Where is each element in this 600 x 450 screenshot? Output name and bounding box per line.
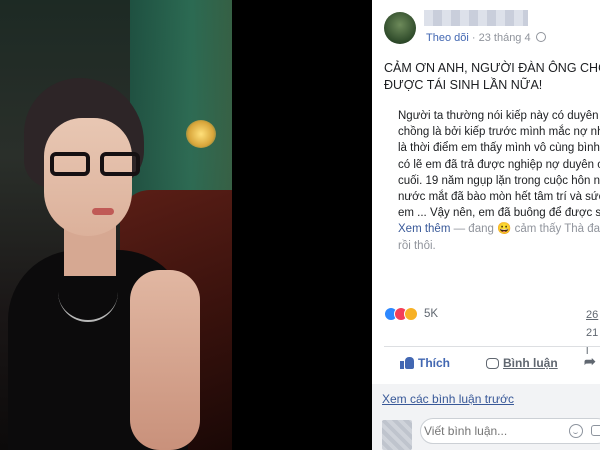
post-date[interactable]: 23 tháng 4 — [479, 32, 531, 44]
post-title: CẢM ƠN ANH, NGƯỜI ĐÀN ÔNG CHO EM ĐƯỢC TÁ… — [384, 60, 600, 94]
follow-link[interactable]: Theo dõi — [426, 32, 469, 44]
person-lips — [92, 208, 114, 215]
title-line: ĐƯỢC TÁI SINH LẦN NỮA! — [384, 78, 543, 92]
divider — [384, 346, 600, 347]
post-meta: Theo dõi · 23 tháng 4 — [426, 32, 546, 44]
emoji-icon[interactable] — [569, 424, 583, 438]
like-button-label: Thích — [418, 356, 450, 370]
comment-count[interactable]: 26 — [586, 306, 600, 324]
comments-section: Xem các bình luận trước — [372, 384, 600, 450]
body-line: em ... Vậy nên, em đã buông để được số — [398, 207, 600, 220]
like-button[interactable]: Thích — [400, 356, 450, 370]
author-name-blurred[interactable] — [424, 10, 528, 26]
share-button[interactable] — [584, 353, 598, 370]
action-bar: Thích Bình luận — [372, 353, 600, 376]
body-line: chồng là bởi kiếp trước mình mắc nợ nhau — [398, 126, 600, 139]
reaction-summary[interactable]: 5K — [384, 306, 438, 322]
post-photo[interactable] — [0, 0, 232, 450]
body-line: là thời điểm em thấy mình vô cùng bình t — [398, 142, 600, 155]
see-more-link[interactable]: Xem thêm — [398, 223, 450, 235]
body-line: có lẽ em đã trả được nghiệp nợ duyên ch — [398, 158, 600, 171]
viewer-avatar — [382, 420, 412, 450]
meta-separator: · — [471, 32, 476, 44]
comment-input-box — [420, 418, 600, 444]
thumbs-up-icon — [400, 357, 414, 369]
body-line: Người ta thường nói kiếp này có duyên là — [398, 110, 600, 122]
sad-reaction-icon — [404, 307, 418, 321]
title-line: CẢM ƠN ANH, NGƯỜI ĐÀN ÔNG CHO EM — [384, 61, 600, 75]
reaction-count: 5K — [424, 308, 439, 320]
eyeglasses — [50, 152, 150, 178]
facebook-post: Theo dõi · 23 tháng 4 CẢM ƠN ANH, NGƯỜI … — [372, 0, 600, 450]
engagement-stats: 26 21 l — [586, 306, 600, 360]
body-line: nước mắt đã bào mòn hết tâm trí và sức — [398, 191, 600, 204]
camera-icon[interactable] — [591, 425, 600, 436]
person-arm — [130, 270, 200, 450]
body-line-last: rồi thôi. — [398, 239, 436, 252]
author-avatar[interactable] — [384, 12, 416, 44]
background-lamp — [186, 120, 216, 148]
share-arrow-icon — [584, 353, 598, 370]
post-body: Người ta thường nói kiếp này có duyên là… — [398, 108, 600, 254]
necklace — [58, 262, 118, 322]
feeling-text: cảm thấy Thà đau — [511, 223, 600, 236]
background-wall — [130, 0, 232, 210]
globe-icon — [535, 32, 546, 42]
body-line: cuối. 19 năm ngụp lặn trong cuộc hôn nh — [398, 174, 600, 187]
comment-button-label: Bình luận — [503, 356, 558, 370]
comment-button[interactable]: Bình luận — [486, 356, 558, 370]
comment-bubble-icon — [486, 357, 499, 369]
feeling-prefix: — đang — [450, 223, 498, 236]
feeling-emoji-icon: 😀 — [497, 223, 512, 236]
view-previous-comments-link[interactable]: Xem các bình luận trước — [382, 392, 514, 406]
